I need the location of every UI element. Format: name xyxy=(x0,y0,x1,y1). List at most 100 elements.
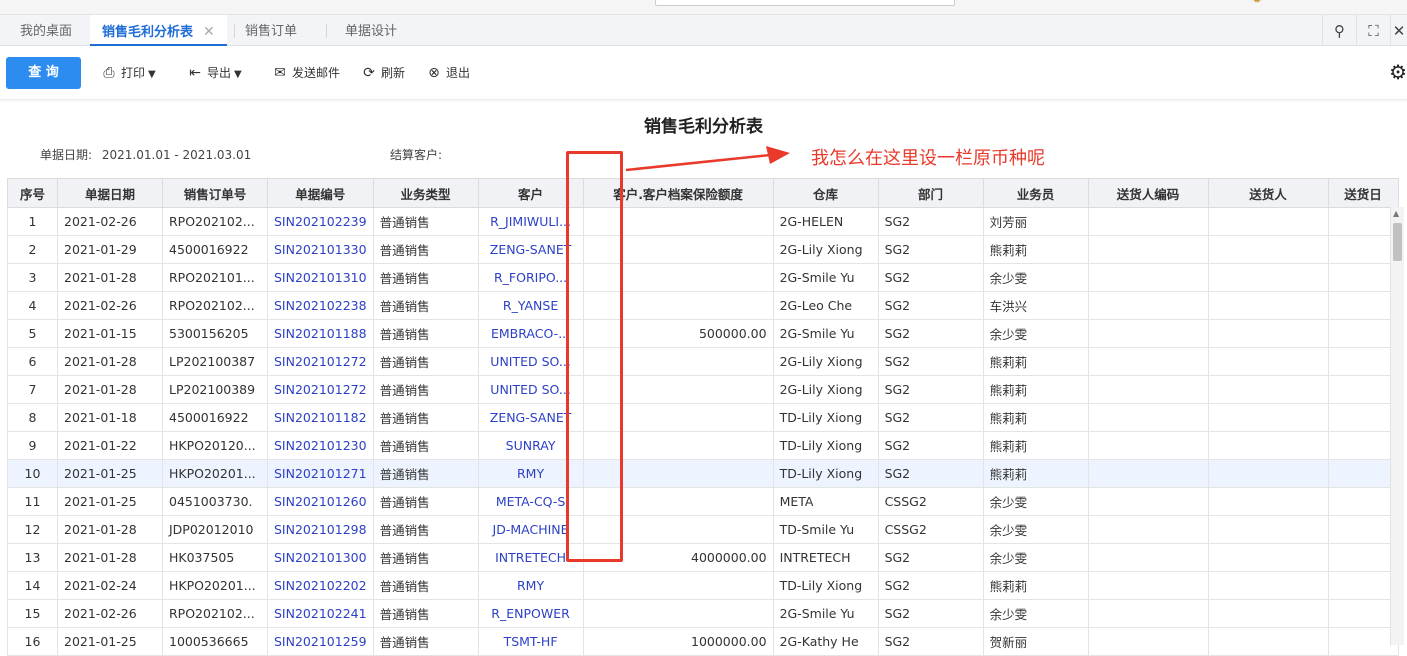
table-row[interactable]: 11 2021-01-25 0451003730. SIN202101260 普通销售 M… xyxy=(7,487,1399,516)
table-cell xyxy=(1327,487,1399,516)
table-cell[interactable]: SIN202101330 xyxy=(267,235,374,264)
column-header[interactable]: 送货人 xyxy=(1207,178,1329,208)
table-cell[interactable]: SIN202101298 xyxy=(267,515,374,544)
send-email-button[interactable]: ✉ 发送邮件 xyxy=(271,63,340,83)
scroll-up-icon[interactable]: ▲ xyxy=(1393,209,1399,218)
tab-sales-order[interactable]: 销售订单 xyxy=(233,15,309,46)
table-cell: META xyxy=(772,487,879,516)
table-cell: 2021-01-28 xyxy=(57,543,163,572)
table-row[interactable]: 4 2021-02-26 RPO202102... SIN202102238 普通销售 R… xyxy=(7,291,1399,320)
table-cell[interactable]: R_ENPOWER xyxy=(477,599,584,628)
print-button[interactable]: ⎙ 打印 ▼ xyxy=(100,63,155,83)
table-cell[interactable]: RMY xyxy=(477,571,584,600)
table-cell xyxy=(1207,515,1329,544)
column-header[interactable]: 序号 xyxy=(7,178,58,208)
close-icon[interactable]: ✕ xyxy=(203,24,215,40)
vertical-scrollbar[interactable]: ▲ xyxy=(1390,207,1404,645)
column-header[interactable]: 仓库 xyxy=(772,178,879,208)
table-cell: 余少雯 xyxy=(982,263,1089,292)
column-header[interactable]: 送货日 xyxy=(1327,178,1399,208)
table-cell: 2G-Leo Che xyxy=(772,291,879,320)
table-cell xyxy=(1207,235,1329,264)
column-header[interactable]: 销售订单号 xyxy=(162,178,268,208)
table-cell: 9 xyxy=(7,431,58,460)
table-row[interactable]: 15 2021-02-26 RPO202102... SIN202102241 普通销售… xyxy=(7,599,1399,628)
table-cell[interactable]: SIN202101230 xyxy=(267,431,374,460)
close-icon[interactable]: ✕ xyxy=(1390,15,1407,46)
table-cell: RPO202102... xyxy=(162,207,268,236)
table-cell[interactable]: SIN202101271 xyxy=(267,459,374,488)
table-cell: CSSG2 xyxy=(877,515,984,544)
table-cell[interactable]: SIN202101272 xyxy=(267,375,374,404)
tab-desktop[interactable]: 我的桌面 xyxy=(8,15,84,46)
table-row[interactable]: 2 2021-01-29 4500016922 SIN202101330 普通销售 ZEN… xyxy=(7,235,1399,264)
table-cell: 2G-Lily Xiong xyxy=(772,375,879,404)
table-cell[interactable]: SIN202101272 xyxy=(267,347,374,376)
table-cell[interactable]: SIN202101260 xyxy=(267,487,374,516)
table-cell: SG2 xyxy=(877,375,984,404)
table-cell: 3 xyxy=(7,263,58,292)
table-row[interactable]: 3 2021-01-28 RPO202101... SIN202101310 普通销售 R… xyxy=(7,263,1399,292)
exit-button[interactable]: ⊗ 退出 xyxy=(425,63,470,83)
table-row[interactable]: 12 2021-01-28 JDP02012010 SIN202101298 普通销售 J… xyxy=(7,515,1399,544)
extension-icon[interactable]: ✹ xyxy=(1252,0,1266,5)
table-row[interactable]: 14 2021-02-24 HKPO20201... SIN202102202 普通销售… xyxy=(7,571,1399,600)
table-cell: 熊莉莉 xyxy=(982,347,1089,376)
table-cell: 余少雯 xyxy=(982,599,1089,628)
table-row[interactable]: 1 2021-02-26 RPO202102... SIN202102239 普通销售 R… xyxy=(7,207,1399,236)
table-cell xyxy=(1207,291,1329,320)
table-row[interactable]: 5 2021-01-15 5300156205 SIN202101188 普通销售 EMB… xyxy=(7,319,1399,348)
table-cell[interactable]: SIN202102239 xyxy=(267,207,374,236)
table-row[interactable]: 10 2021-01-25 HKPO20201... SIN202101271 普通销售… xyxy=(7,459,1399,488)
column-header[interactable]: 单据编号 xyxy=(267,178,374,208)
table-cell: SG2 xyxy=(877,431,984,460)
table-cell: 2G-Kathy He xyxy=(772,627,879,656)
table-row[interactable]: 7 2021-01-28 LP202100389 SIN202101272 普通销售 UN… xyxy=(7,375,1399,404)
table-cell[interactable]: SIN202101259 xyxy=(267,627,374,656)
table-cell xyxy=(1207,543,1329,572)
table-cell[interactable]: SIN202101188 xyxy=(267,319,374,348)
browser-top-strip: ✹ xyxy=(0,0,1407,15)
column-header[interactable]: 送货人编码 xyxy=(1087,178,1209,208)
fullscreen-icon[interactable]: ⛶ xyxy=(1356,15,1390,46)
tab-sales-margin-report[interactable]: 销售毛利分析表 ✕ xyxy=(90,15,227,46)
table-cell: TD-Lily Xiong xyxy=(772,431,879,460)
table-row[interactable]: 16 2021-01-25 1000536665 SIN202101259 普通销售 TS… xyxy=(7,627,1399,656)
table-row[interactable]: 9 2021-01-22 HKPO20120... SIN202101230 普通销售 S… xyxy=(7,431,1399,460)
column-header[interactable]: 业务类型 xyxy=(372,178,479,208)
scrollbar-thumb[interactable] xyxy=(1393,223,1402,261)
table-cell xyxy=(1327,543,1399,572)
table-cell[interactable]: TSMT-HF xyxy=(477,627,584,656)
table-cell[interactable]: SIN202102238 xyxy=(267,291,374,320)
table-cell[interactable]: SIN202101182 xyxy=(267,403,374,432)
table-cell: SG2 xyxy=(877,459,984,488)
refresh-button[interactable]: ⟳ 刷新 xyxy=(360,63,405,83)
column-header[interactable]: 部门 xyxy=(877,178,984,208)
table-cell[interactable]: SIN202101310 xyxy=(267,263,374,292)
export-button[interactable]: ⇤ 导出 ▼ xyxy=(186,63,242,83)
query-button[interactable]: 查 询 xyxy=(6,57,81,89)
table-cell: 12 xyxy=(7,515,58,544)
table-cell xyxy=(1087,515,1209,544)
table-cell xyxy=(1087,347,1209,376)
table-cell xyxy=(582,599,774,628)
address-bar[interactable] xyxy=(655,0,955,6)
table-row[interactable]: 8 2021-01-18 4500016922 SIN202101182 普通销售 ZEN… xyxy=(7,403,1399,432)
table-cell[interactable]: SIN202102202 xyxy=(267,571,374,600)
column-header[interactable]: 单据日期 xyxy=(57,178,163,208)
table-cell: TD-Smile Yu xyxy=(772,515,879,544)
table-row[interactable]: 6 2021-01-28 LP202100387 SIN202101272 普通销售 UN… xyxy=(7,347,1399,376)
column-header[interactable]: 业务员 xyxy=(982,178,1089,208)
export-icon: ⇤ xyxy=(189,65,201,81)
gear-icon[interactable]: ⚙ xyxy=(1389,60,1407,84)
table-cell: HKPO20201... xyxy=(162,571,268,600)
table-cell: HKPO20120... xyxy=(162,431,268,460)
table-cell[interactable]: SIN202101300 xyxy=(267,543,374,572)
table-cell: 16 xyxy=(7,627,58,656)
search-icon[interactable]: ⚲ xyxy=(1322,15,1356,46)
table-cell[interactable]: SIN202102241 xyxy=(267,599,374,628)
table-cell: 2G-Lily Xiong xyxy=(772,347,879,376)
table-row[interactable]: 13 2021-01-28 HK037505 SIN202101300 普通销售 INTR… xyxy=(7,543,1399,572)
document-date-filter: 单据日期: 2021.01.01 - 2021.03.01 xyxy=(40,146,251,163)
tab-document-design[interactable]: 单据设计 xyxy=(333,15,409,46)
